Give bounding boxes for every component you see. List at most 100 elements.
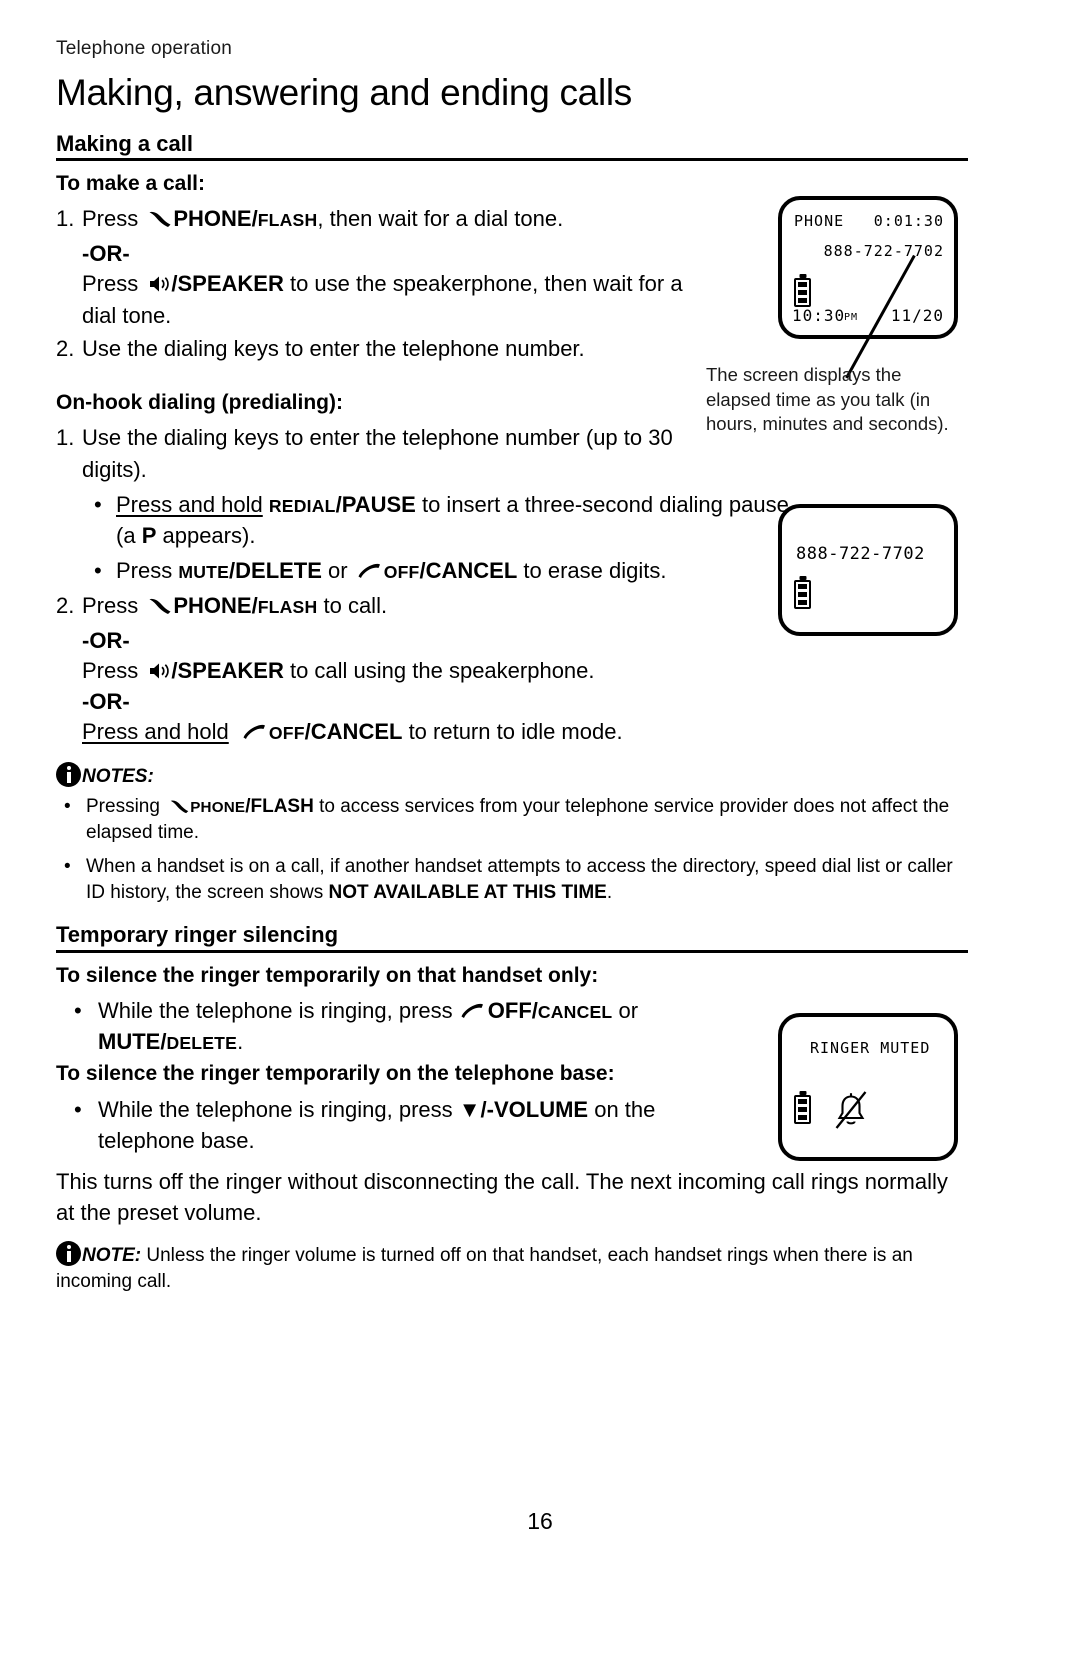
step-alt-text: Press and hold OFF/CANCEL to return to i… <box>56 716 716 747</box>
manual-page: PHONE 0:01:30 888-722-7702 10:30 PM 11/2… <box>0 0 1080 1665</box>
press-word: Press <box>82 593 139 619</box>
key-label-delete: DELETE <box>166 1033 238 1054</box>
key-label-volume: ▼/-VOLUME <box>458 1096 589 1122</box>
bullet-lead: While the telephone is ringing, press <box>98 1096 459 1122</box>
key-label-flash: /FLASH <box>245 795 314 817</box>
list-item: • Pressing PHONE/FLASH to access service… <box>56 794 968 846</box>
bullet-text: Press and hold REDIAL/PAUSE to insert a … <box>116 489 814 551</box>
or-word: or <box>612 997 639 1023</box>
key-label-speaker: /SPEAKER <box>171 658 284 684</box>
list-item: 2. Use the dialing keys to enter the tel… <box>56 333 716 364</box>
press-word: Press <box>116 558 179 584</box>
step-text: Use the dialing keys to enter the teleph… <box>82 425 673 482</box>
note-text: NOTE: Unless the ringer volume is turned… <box>56 1240 968 1295</box>
step-alt-text: Press /SPEAKER to use the speakerphone, … <box>56 268 716 330</box>
press-and-hold-emphasis: Press and hold <box>82 719 229 745</box>
bullet-tail: to erase digits. <box>517 558 667 584</box>
notes-block: NOTES: • Pressing PHONE/FLASH to access … <box>56 761 968 907</box>
making-a-call-body: To make a call: 1. Press PHONE/FLASH, th… <box>56 171 716 364</box>
key-label-mute: MUTE/ <box>98 1029 167 1055</box>
info-icon <box>56 761 81 787</box>
or-divider: -OR- <box>82 240 130 266</box>
key-label-speaker: /SPEAKER <box>171 271 284 297</box>
phone-handset-icon <box>149 212 171 228</box>
subheading-to-make-a-call: To make a call: <box>56 172 206 196</box>
bullet-marker: • <box>94 491 102 517</box>
phone-off-icon <box>358 564 380 579</box>
section-heading-ringer-silencing: Temporary ringer silencing <box>56 922 968 953</box>
subheading-on-hook-dialing: On-hook dialing (predialing): <box>56 391 343 415</box>
or-word: or <box>321 558 354 584</box>
notes-label: NOTES: <box>82 765 154 787</box>
note-block-2: NOTE: Unless the ringer volume is turned… <box>56 1240 968 1295</box>
bullet-marker: • <box>74 997 82 1023</box>
list-item: • While the telephone is ringing, press … <box>56 1094 756 1156</box>
pause-char: P <box>141 522 157 548</box>
press-word: Press <box>82 271 139 297</box>
period: . <box>237 1029 244 1055</box>
list-item: 2. Press PHONE/FLASH to call. <box>56 590 716 621</box>
bullet-marker: • <box>64 855 71 877</box>
key-label-delete: /DELETE <box>229 558 322 584</box>
note-body: Unless the ringer volume is turned off o… <box>56 1244 913 1292</box>
bullet-marker: • <box>74 1096 82 1122</box>
key-label-cancel: /CANCEL <box>419 558 518 584</box>
press-word: Press <box>82 206 139 232</box>
phone-off-icon <box>243 725 265 740</box>
speaker-icon <box>150 276 170 292</box>
bullet-tail-2: appears). <box>156 522 256 548</box>
note-text: When a handset is on a call, if another … <box>86 854 968 906</box>
list-item: • While the telephone is ringing, press … <box>56 995 756 1057</box>
bullet-text: While the telephone is ringing, press ▼/… <box>98 1094 756 1156</box>
key-label-mute: MUTE <box>178 562 230 583</box>
key-label-cancel: /CANCEL <box>304 719 403 745</box>
section-heading-making-a-call: Making a call <box>56 131 968 162</box>
on-hook-dialing-body: On-hook dialing (predialing): 1. Use the… <box>56 390 789 748</box>
note-text: Pressing PHONE/FLASH to access services … <box>86 794 968 846</box>
step-text: Use the dialing keys to enter the teleph… <box>82 335 585 361</box>
step-number: 2. <box>56 593 75 619</box>
step-tail: to call using the speakerphone. <box>283 658 595 684</box>
key-label-flash: FLASH <box>257 210 318 231</box>
note-label: NOTE: <box>82 1244 142 1266</box>
step-number: 1. <box>56 206 75 232</box>
notes-heading-row: NOTES: <box>56 761 968 788</box>
bullet-marker: • <box>64 795 71 817</box>
page-title: Making, answering and ending calls <box>56 72 632 113</box>
running-head: Telephone operation <box>56 38 232 59</box>
screen-message: NOT AVAILABLE AT THIS TIME <box>328 882 607 904</box>
key-label-off: OFF <box>383 562 420 583</box>
step-number: 1. <box>56 425 75 451</box>
ringer-silencing-paragraph: This turns off the ringer without discon… <box>56 1169 948 1226</box>
subheading-silence-base: To silence the ringer temporarily on the… <box>56 1062 615 1086</box>
key-label-pause: /PAUSE <box>335 491 416 517</box>
bullet-lead: While the telephone is ringing, press <box>98 997 459 1023</box>
bullet-text: Press MUTE/DELETE or OFF/CANCEL to erase… <box>116 555 834 586</box>
info-icon <box>56 1240 81 1266</box>
list-item: 1. Use the dialing keys to enter the tel… <box>56 422 716 484</box>
list-item: • Press and hold REDIAL/PAUSE to insert … <box>56 489 814 551</box>
key-label-redial: REDIAL <box>268 495 336 516</box>
or-divider: -OR- <box>82 627 130 653</box>
pressing-word: Pressing <box>86 795 160 817</box>
key-label-phone: PHONE/ <box>173 593 258 619</box>
phone-off-icon <box>461 1003 483 1018</box>
step-text: Press PHONE/FLASH, then wait for a dial … <box>82 203 716 234</box>
or-divider: -OR- <box>82 688 130 714</box>
bullet-marker: • <box>94 558 102 584</box>
phone-handset-icon <box>170 800 189 813</box>
phone-handset-icon <box>149 599 171 615</box>
press-word: Press <box>82 658 139 684</box>
step-text: Press PHONE/FLASH to call. <box>82 590 716 621</box>
key-label-phone: PHONE/ <box>173 206 258 232</box>
note-tail: . <box>606 882 613 904</box>
step-number: 2. <box>56 335 75 361</box>
bullet-text: While the telephone is ringing, press OF… <box>98 995 756 1057</box>
key-label-off: OFF <box>268 723 305 744</box>
list-item: • Press MUTE/DELETE or OFF/CANCEL to era… <box>56 555 834 586</box>
key-label-phone: PHONE <box>190 798 246 816</box>
list-item: 1. Press PHONE/FLASH, then wait for a di… <box>56 203 716 234</box>
subheading-silence-handset: To silence the ringer temporarily on tha… <box>56 963 599 987</box>
page-number: 16 <box>527 1508 553 1534</box>
key-label-flash: FLASH <box>257 597 318 618</box>
